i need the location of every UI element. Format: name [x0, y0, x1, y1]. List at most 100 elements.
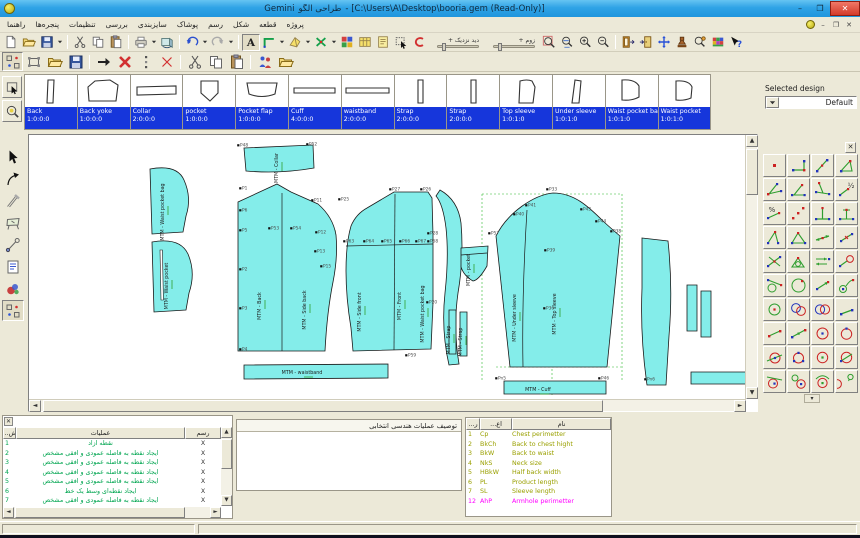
- geometry-tool-button[interactable]: [763, 250, 786, 273]
- toolbar-button[interactable]: [254, 52, 275, 71]
- toolbar-button[interactable]: ?: [727, 34, 745, 51]
- selected-design-combo[interactable]: Default: [765, 96, 857, 109]
- toolbar-button[interactable]: [205, 52, 226, 71]
- geometry-tool-button[interactable]: [787, 322, 810, 345]
- toolbar-button[interactable]: [691, 34, 709, 51]
- toolbar-button[interactable]: [304, 34, 312, 51]
- drawing-tool-button[interactable]: [2, 146, 24, 167]
- geometry-tool-button[interactable]: [811, 298, 834, 321]
- toolbar-button[interactable]: [594, 34, 612, 51]
- panel-close-button[interactable]: ✕: [4, 417, 13, 426]
- mdi-restore-button[interactable]: ❐: [831, 21, 841, 29]
- geometry-tool-button[interactable]: [811, 202, 834, 225]
- geometry-tool-button[interactable]: [811, 250, 834, 273]
- piece-thumbnail[interactable]: Pocket flap 1:0:0:0: [235, 74, 289, 130]
- panel-more-button[interactable]: ▾: [804, 394, 820, 403]
- toolbar-button[interactable]: [619, 34, 637, 51]
- geometry-tool-button[interactable]: [787, 250, 810, 273]
- column-header-row[interactable]: ر...: [466, 418, 480, 430]
- scroll-left-button[interactable]: ◄: [29, 400, 41, 412]
- toolbar-button[interactable]: [226, 52, 247, 71]
- geometry-tool-button[interactable]: [763, 274, 786, 297]
- operation-row[interactable]: 7 ایجاد نقطه به فاصله عمودی و افقی مشخص …: [3, 496, 221, 506]
- geometry-tool-button[interactable]: [835, 154, 858, 177]
- drawing-tool-button[interactable]: [2, 168, 24, 189]
- toolbar-button[interactable]: [125, 34, 132, 51]
- toolbar-button[interactable]: [2, 34, 20, 51]
- scroll-down-button[interactable]: ▼: [221, 495, 232, 506]
- geometry-tool-button[interactable]: [787, 298, 810, 321]
- drawing-tool-button[interactable]: [2, 278, 24, 299]
- toolbar-button[interactable]: [158, 34, 176, 51]
- geometry-tool-button[interactable]: [763, 298, 786, 321]
- operation-row[interactable]: 3 ایجاد نقطه به فاصله عمودی و افقی مشخص …: [3, 458, 221, 468]
- operation-row[interactable]: 1 نقطه آزاد X: [3, 439, 221, 449]
- pattern-piece[interactable]: [642, 238, 671, 385]
- menu-item[interactable]: پنجره‌ها: [31, 19, 65, 30]
- pattern-piece[interactable]: [687, 285, 697, 331]
- toolbar-button[interactable]: [177, 52, 184, 71]
- operation-row[interactable]: 6 ایجاد نقطه‌ای وسط یک خط X: [3, 487, 221, 497]
- piece-thumbnail[interactable]: Collar 2:0:0:0: [130, 74, 184, 130]
- menu-item[interactable]: بررسی: [101, 19, 133, 30]
- geometry-tool-button[interactable]: [835, 202, 858, 225]
- geometry-tool-button[interactable]: [811, 154, 834, 177]
- toolbar-button[interactable]: [260, 34, 278, 51]
- scroll-up-button[interactable]: ▲: [746, 135, 758, 147]
- pattern-canvas[interactable]: MTM - CollarMTM - Waist pocket bagMTM - …: [30, 138, 746, 397]
- measurement-row[interactable]: 5 HBkW Half back width: [466, 468, 611, 478]
- near-view-slider[interactable]: دید نزدیک +: [433, 37, 479, 48]
- geometry-tool-button[interactable]: %: [763, 202, 786, 225]
- geometry-tool-button[interactable]: [811, 322, 834, 345]
- toolbar-button[interactable]: [637, 34, 655, 51]
- piece-thumbnail[interactable]: Waist pocket bag 1:0:1:0: [605, 74, 659, 130]
- slider-thumb[interactable]: [442, 43, 446, 51]
- toolbar-button[interactable]: [150, 34, 158, 51]
- toolbar-button[interactable]: [227, 34, 235, 51]
- geometry-tool-button[interactable]: [763, 322, 786, 345]
- column-header-name[interactable]: نام: [512, 418, 611, 430]
- measurement-row[interactable]: 2 BkCh Back to chest hight: [466, 440, 611, 450]
- toolbar-button[interactable]: [286, 34, 304, 51]
- toolbar-button[interactable]: [576, 34, 594, 51]
- panel-close-button[interactable]: ✕: [845, 142, 856, 153]
- geometry-tool-button[interactable]: [787, 226, 810, 249]
- drawing-tool-button[interactable]: [2, 212, 24, 233]
- geometry-tool-button[interactable]: [811, 370, 834, 393]
- slider-track[interactable]: [437, 45, 479, 48]
- strip-tool-button[interactable]: [2, 100, 22, 122]
- geometry-tool-button[interactable]: [763, 154, 786, 177]
- menu-item[interactable]: راهنما: [2, 19, 31, 30]
- geometry-tool-button[interactable]: [835, 226, 858, 249]
- mdi-minimize-button[interactable]: –: [818, 21, 828, 29]
- geometry-tool-button[interactable]: [835, 274, 858, 297]
- toolbar-button[interactable]: [107, 34, 125, 51]
- geometry-tool-button[interactable]: [763, 346, 786, 369]
- toolbar-button[interactable]: A: [242, 34, 260, 51]
- operation-row[interactable]: 5 ایجاد نقطه به فاصله عمودی و افقی مشخص …: [3, 477, 221, 487]
- operation-row[interactable]: 8 ایجاد نقطه به فاصله عمودی و افقی مشخص …: [3, 506, 221, 507]
- toolbar-button[interactable]: [71, 34, 89, 51]
- piece-thumbnail[interactable]: Top sleeve 1:0:1:0: [499, 74, 553, 130]
- toolbar-button[interactable]: [2, 52, 23, 71]
- toolbar-button[interactable]: [673, 34, 691, 51]
- toolbar-button[interactable]: [114, 52, 135, 71]
- toolbar-button[interactable]: [655, 34, 673, 51]
- geometry-tool-button[interactable]: [811, 226, 834, 249]
- slider-thumb[interactable]: [498, 43, 502, 51]
- geometry-tool-button[interactable]: [787, 178, 810, 201]
- measurement-row[interactable]: 12 AhP Armhole perimetter: [466, 497, 611, 507]
- column-header-operation[interactable]: عملیات: [16, 427, 185, 439]
- piece-thumbnail[interactable]: Back yoke 1:0:0:0: [77, 74, 131, 130]
- strip-tool-button[interactable]: [2, 76, 22, 98]
- operation-row[interactable]: 4 ایجاد نقطه به فاصله عمودی و افقی مشخص …: [3, 468, 221, 478]
- minimize-button[interactable]: –: [790, 1, 810, 16]
- piece-thumbnail[interactable]: Cuff 4:0:0:0: [288, 74, 342, 130]
- measurement-row[interactable]: 3 BkW Back to waist: [466, 449, 611, 459]
- operations-vertical-scrollbar[interactable]: ▲ ▼: [221, 427, 232, 506]
- geometry-tool-button[interactable]: [787, 346, 810, 369]
- drawing-tool-button[interactable]: [2, 234, 24, 255]
- toolbar-button[interactable]: [410, 34, 428, 51]
- toolbar-button[interactable]: [135, 52, 156, 71]
- toolbar-button[interactable]: [275, 52, 296, 71]
